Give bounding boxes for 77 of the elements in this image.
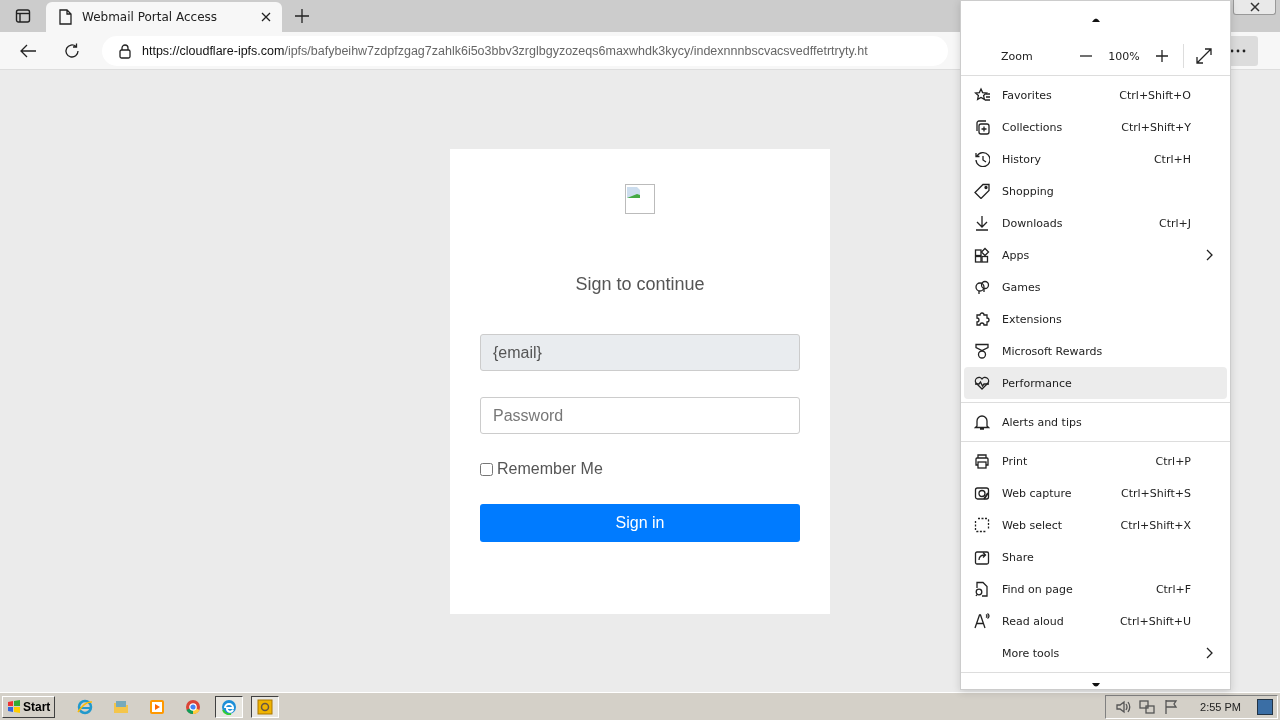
puzzle-icon — [974, 311, 990, 327]
page-icon — [58, 9, 72, 25]
games-icon — [974, 279, 990, 295]
collections-icon — [974, 119, 990, 135]
remember-checkbox[interactable] — [480, 462, 493, 476]
menu-item[interactable]: Apps — [964, 239, 1227, 271]
broken-image-icon — [625, 184, 655, 214]
menu-item[interactable]: Games — [964, 271, 1227, 303]
window-close-button[interactable] — [1233, 0, 1276, 15]
chevron-right-icon — [1205, 249, 1213, 261]
menu-item[interactable]: Collections Ctrl+Shift+Y — [964, 111, 1227, 143]
selection-icon — [974, 517, 990, 533]
network-icon[interactable] — [1138, 697, 1157, 716]
new-tab-icon[interactable] — [294, 8, 310, 24]
menu-item[interactable]: Favorites Ctrl+Shift+O — [964, 79, 1227, 111]
download-icon — [974, 215, 990, 231]
share-icon — [974, 549, 990, 565]
address-bar[interactable]: https://cloudflare-ipfs.com/ipfs/bafybeihw7zdpfzgag7zahlk6i5o3bbv3zrglbgyzozeqs6maxwhdk3kycy/indexnnnbscvacsvedffetrtryty.ht — [102, 35, 948, 66]
zoom-in-icon[interactable] — [1155, 49, 1169, 63]
close-icon — [1248, 2, 1261, 12]
menu-item[interactable]: Read aloud Ctrl+Shift+U — [964, 605, 1227, 637]
menu-item[interactable]: Microsoft Rewards — [964, 335, 1227, 367]
camera-icon — [974, 485, 990, 501]
menu-item[interactable]: Alerts and tips — [964, 406, 1227, 438]
menu-item[interactable]: Web select Ctrl+Shift+X — [964, 509, 1227, 541]
tabs-icon — [15, 8, 31, 24]
menu-item[interactable]: Shopping — [964, 175, 1227, 207]
fullscreen-icon[interactable] — [1196, 48, 1212, 64]
menu-item[interactable]: Share — [964, 541, 1227, 573]
tab-title: Webmail Portal Access — [82, 10, 219, 24]
shortcut-text: Ctrl+Shift+U — [1119, 614, 1191, 628]
menu-item[interactable]: History Ctrl+H — [964, 143, 1227, 175]
flag-logo-icon — [7, 700, 21, 713]
menu-item[interactable]: Extensions — [964, 303, 1227, 335]
app-icon[interactable] — [251, 695, 280, 718]
shortcut-text: Ctrl+Shift+O — [1119, 88, 1191, 102]
lock-icon — [118, 42, 132, 59]
browser-tab[interactable]: Webmail Portal Access — [46, 2, 282, 32]
trophy-icon — [974, 343, 990, 359]
form-heading: Sign to continue — [575, 274, 705, 296]
email-field[interactable]: {email} — [480, 334, 800, 371]
history-icon — [974, 151, 990, 167]
menu-item[interactable]: Find on page Ctrl+F — [964, 573, 1227, 605]
shortcut-text: Ctrl+Shift+Y — [1121, 120, 1191, 134]
start-button[interactable]: Start — [2, 695, 56, 718]
chevron-right-icon — [1205, 647, 1213, 659]
bell-icon — [974, 414, 990, 430]
zoom-value: 100% — [1107, 49, 1141, 63]
checkbox-label: Remember Me — [497, 460, 603, 478]
password-field[interactable]: Password — [480, 397, 800, 434]
shortcut-text: Ctrl+Shift+X — [1120, 518, 1191, 532]
find-page-icon — [974, 581, 990, 597]
close-icon[interactable] — [260, 11, 272, 23]
scroll-up-icon[interactable] — [1090, 16, 1101, 22]
apps-icon — [974, 247, 990, 263]
edge-icon[interactable] — [215, 695, 244, 718]
menu-item[interactable]: Web capture Ctrl+Shift+S — [964, 477, 1227, 509]
sign-in-button[interactable]: Sign in — [480, 504, 800, 542]
show-desktop-icon[interactable] — [1257, 698, 1273, 715]
url-text: https://cloudflare-ipfs.com/ipfs/bafybeihw7zdpfzgag7zahlk6i5o3bbv3zrglbgyzozeqs6maxwhdk3kycy/indexnnnbscvacsvedffetrtryty.ht — [142, 43, 868, 58]
menu-item[interactable]: Performance — [964, 367, 1227, 399]
scroll-down-icon[interactable] — [1090, 683, 1101, 689]
shortcut-text: Ctrl+F — [1155, 582, 1191, 596]
menu-item[interactable]: More tools — [964, 637, 1227, 669]
shortcut-text: Ctrl+J — [1158, 216, 1191, 230]
star-list-icon — [974, 87, 990, 103]
read-aloud-icon — [974, 613, 990, 629]
tag-icon — [974, 183, 990, 199]
shortcut-text: Ctrl+H — [1153, 152, 1191, 166]
shortcut-text: Ctrl+Shift+S — [1121, 486, 1191, 500]
menu-item[interactable]: Downloads Ctrl+J — [964, 207, 1227, 239]
zoom-label: Zoom — [1001, 49, 1034, 63]
clock-text[interactable]: 2:55 PM — [1200, 700, 1241, 713]
shortcut-text: Ctrl+P — [1155, 454, 1191, 468]
heartbeat-icon — [974, 375, 990, 391]
printer-icon — [974, 453, 990, 469]
menu-item[interactable]: Print Ctrl+P — [964, 445, 1227, 477]
